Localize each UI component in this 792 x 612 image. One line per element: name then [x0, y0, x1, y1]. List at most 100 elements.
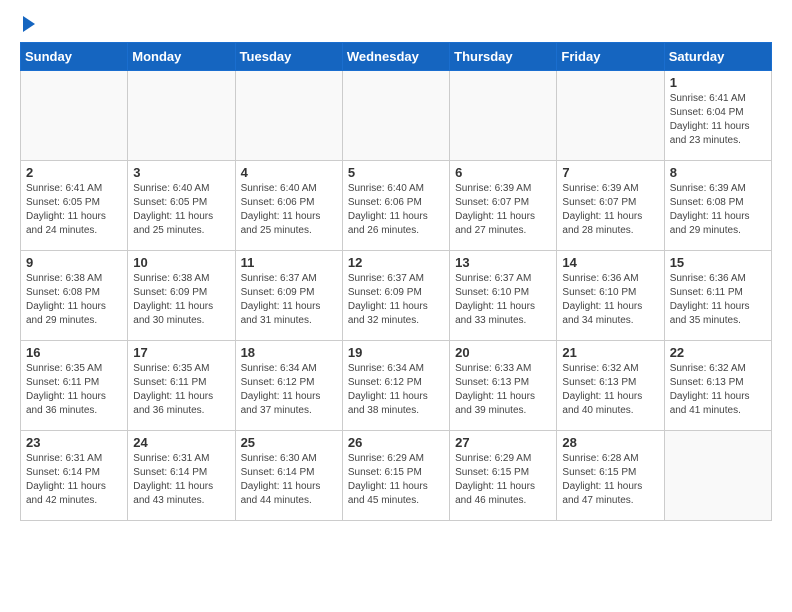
calendar-cell: 26 Sunrise: 6:29 AM Sunset: 6:15 PM Dayli…	[342, 431, 449, 521]
day-info: Sunrise: 6:40 AM Sunset: 6:06 PM Dayligh…	[241, 182, 337, 238]
calendar-cell	[128, 71, 235, 161]
calendar-cell: 4 Sunrise: 6:40 AM Sunset: 6:06 PM Daylig…	[235, 161, 342, 251]
day-number: 22	[670, 345, 766, 360]
calendar-cell: 28 Sunrise: 6:28 AM Sunset: 6:15 PM Dayli…	[557, 431, 664, 521]
calendar-cell: 11 Sunrise: 6:37 AM Sunset: 6:09 PM Dayli…	[235, 251, 342, 341]
day-number: 20	[455, 345, 551, 360]
calendar-week-row: 9 Sunrise: 6:38 AM Sunset: 6:08 PM Daylig…	[21, 251, 772, 341]
day-info: Sunrise: 6:40 AM Sunset: 6:06 PM Dayligh…	[348, 182, 444, 238]
day-info: Sunrise: 6:37 AM Sunset: 6:09 PM Dayligh…	[241, 272, 337, 328]
day-number: 19	[348, 345, 444, 360]
calendar-cell: 23 Sunrise: 6:31 AM Sunset: 6:14 PM Dayli…	[21, 431, 128, 521]
calendar-table: SundayMondayTuesdayWednesdayThursdayFrid…	[20, 42, 772, 521]
calendar-cell: 8 Sunrise: 6:39 AM Sunset: 6:08 PM Daylig…	[664, 161, 771, 251]
weekday-header-row: SundayMondayTuesdayWednesdayThursdayFrid…	[21, 43, 772, 71]
calendar-cell	[235, 71, 342, 161]
day-number: 13	[455, 255, 551, 270]
day-number: 9	[26, 255, 122, 270]
calendar-cell: 19Sunrise: 6:34 AM Sunset: 6:12 PM Dayli…	[342, 341, 449, 431]
logo-triangle-icon	[23, 16, 35, 32]
day-info: Sunrise: 6:38 AM Sunset: 6:08 PM Dayligh…	[26, 272, 122, 328]
calendar-cell	[450, 71, 557, 161]
calendar-week-row: 1 Sunrise: 6:41 AM Sunset: 6:04 PM Daylig…	[21, 71, 772, 161]
calendar-cell: 7 Sunrise: 6:39 AM Sunset: 6:07 PM Daylig…	[557, 161, 664, 251]
day-info: Sunrise: 6:36 AM Sunset: 6:11 PM Dayligh…	[670, 272, 766, 328]
day-number: 21	[562, 345, 658, 360]
calendar-cell	[342, 71, 449, 161]
day-info: Sunrise: 6:33 AM Sunset: 6:13 PM Dayligh…	[455, 362, 551, 418]
calendar-cell: 18 Sunrise: 6:34 AM Sunset: 6:12 PM Dayli…	[235, 341, 342, 431]
day-number: 5	[348, 165, 444, 180]
calendar-cell: 24 Sunrise: 6:31 AM Sunset: 6:14 PM Dayli…	[128, 431, 235, 521]
day-number: 11	[241, 255, 337, 270]
day-number: 3	[133, 165, 229, 180]
calendar-week-row: 2 Sunrise: 6:41 AM Sunset: 6:05 PM Daylig…	[21, 161, 772, 251]
calendar-cell: 21 Sunrise: 6:32 AM Sunset: 6:13 PM Dayli…	[557, 341, 664, 431]
day-info: Sunrise: 6:41 AM Sunset: 6:04 PM Dayligh…	[670, 92, 766, 148]
weekday-header: Saturday	[664, 43, 771, 71]
weekday-header: Tuesday	[235, 43, 342, 71]
day-info: Sunrise: 6:37 AM Sunset: 6:09 PM Dayligh…	[348, 272, 444, 328]
calendar-cell: 17 Sunrise: 6:35 AM Sunset: 6:11 PM Dayli…	[128, 341, 235, 431]
day-info: Sunrise: 6:35 AM Sunset: 6:11 PM Dayligh…	[133, 362, 229, 418]
day-number: 2	[26, 165, 122, 180]
day-info: Sunrise: 6:28 AM Sunset: 6:15 PM Dayligh…	[562, 452, 658, 508]
calendar-cell: 15 Sunrise: 6:36 AM Sunset: 6:11 PM Dayli…	[664, 251, 771, 341]
day-number: 15	[670, 255, 766, 270]
day-info: Sunrise: 6:29 AM Sunset: 6:15 PM Dayligh…	[348, 452, 444, 508]
day-info: Sunrise: 6:35 AM Sunset: 6:11 PM Dayligh…	[26, 362, 122, 418]
weekday-header: Thursday	[450, 43, 557, 71]
weekday-header: Wednesday	[342, 43, 449, 71]
day-number: 18	[241, 345, 337, 360]
day-number: 25	[241, 435, 337, 450]
day-info: Sunrise: 6:39 AM Sunset: 6:07 PM Dayligh…	[562, 182, 658, 238]
calendar-cell: 20 Sunrise: 6:33 AM Sunset: 6:13 PM Dayli…	[450, 341, 557, 431]
day-number: 6	[455, 165, 551, 180]
calendar-cell: 27 Sunrise: 6:29 AM Sunset: 6:15 PM Dayli…	[450, 431, 557, 521]
calendar-cell: 3 Sunrise: 6:40 AM Sunset: 6:05 PM Daylig…	[128, 161, 235, 251]
weekday-header: Sunday	[21, 43, 128, 71]
calendar-week-row: 16 Sunrise: 6:35 AM Sunset: 6:11 PM Dayli…	[21, 341, 772, 431]
calendar-cell: 1 Sunrise: 6:41 AM Sunset: 6:04 PM Daylig…	[664, 71, 771, 161]
page-header	[20, 20, 772, 32]
day-number: 1	[670, 75, 766, 90]
day-number: 23	[26, 435, 122, 450]
calendar-cell	[664, 431, 771, 521]
day-number: 7	[562, 165, 658, 180]
calendar-cell: 25 Sunrise: 6:30 AM Sunset: 6:14 PM Dayli…	[235, 431, 342, 521]
day-number: 8	[670, 165, 766, 180]
calendar-cell: 5 Sunrise: 6:40 AM Sunset: 6:06 PM Daylig…	[342, 161, 449, 251]
calendar-week-row: 23 Sunrise: 6:31 AM Sunset: 6:14 PM Dayli…	[21, 431, 772, 521]
day-info: Sunrise: 6:34 AM Sunset: 6:12 PM Dayligh…	[241, 362, 337, 418]
day-info: Sunrise: 6:32 AM Sunset: 6:13 PM Dayligh…	[562, 362, 658, 418]
calendar-cell: 22 Sunrise: 6:32 AM Sunset: 6:13 PM Dayli…	[664, 341, 771, 431]
day-info: Sunrise: 6:31 AM Sunset: 6:14 PM Dayligh…	[26, 452, 122, 508]
calendar-cell: 2 Sunrise: 6:41 AM Sunset: 6:05 PM Daylig…	[21, 161, 128, 251]
day-number: 16	[26, 345, 122, 360]
day-number: 17	[133, 345, 229, 360]
day-number: 4	[241, 165, 337, 180]
day-number: 10	[133, 255, 229, 270]
calendar-cell: 13Sunrise: 6:37 AM Sunset: 6:10 PM Dayli…	[450, 251, 557, 341]
day-number: 26	[348, 435, 444, 450]
day-info: Sunrise: 6:41 AM Sunset: 6:05 PM Dayligh…	[26, 182, 122, 238]
calendar-cell: 12Sunrise: 6:37 AM Sunset: 6:09 PM Dayli…	[342, 251, 449, 341]
day-number: 24	[133, 435, 229, 450]
weekday-header: Monday	[128, 43, 235, 71]
day-info: Sunrise: 6:29 AM Sunset: 6:15 PM Dayligh…	[455, 452, 551, 508]
day-info: Sunrise: 6:40 AM Sunset: 6:05 PM Dayligh…	[133, 182, 229, 238]
calendar-cell: 16 Sunrise: 6:35 AM Sunset: 6:11 PM Dayli…	[21, 341, 128, 431]
day-info: Sunrise: 6:39 AM Sunset: 6:08 PM Dayligh…	[670, 182, 766, 238]
day-info: Sunrise: 6:32 AM Sunset: 6:13 PM Dayligh…	[670, 362, 766, 418]
calendar-cell	[557, 71, 664, 161]
calendar-cell: 6 Sunrise: 6:39 AM Sunset: 6:07 PM Daylig…	[450, 161, 557, 251]
day-info: Sunrise: 6:39 AM Sunset: 6:07 PM Dayligh…	[455, 182, 551, 238]
day-info: Sunrise: 6:36 AM Sunset: 6:10 PM Dayligh…	[562, 272, 658, 328]
day-info: Sunrise: 6:30 AM Sunset: 6:14 PM Dayligh…	[241, 452, 337, 508]
day-number: 27	[455, 435, 551, 450]
day-info: Sunrise: 6:31 AM Sunset: 6:14 PM Dayligh…	[133, 452, 229, 508]
calendar-cell	[21, 71, 128, 161]
day-info: Sunrise: 6:38 AM Sunset: 6:09 PM Dayligh…	[133, 272, 229, 328]
day-number: 28	[562, 435, 658, 450]
weekday-header: Friday	[557, 43, 664, 71]
